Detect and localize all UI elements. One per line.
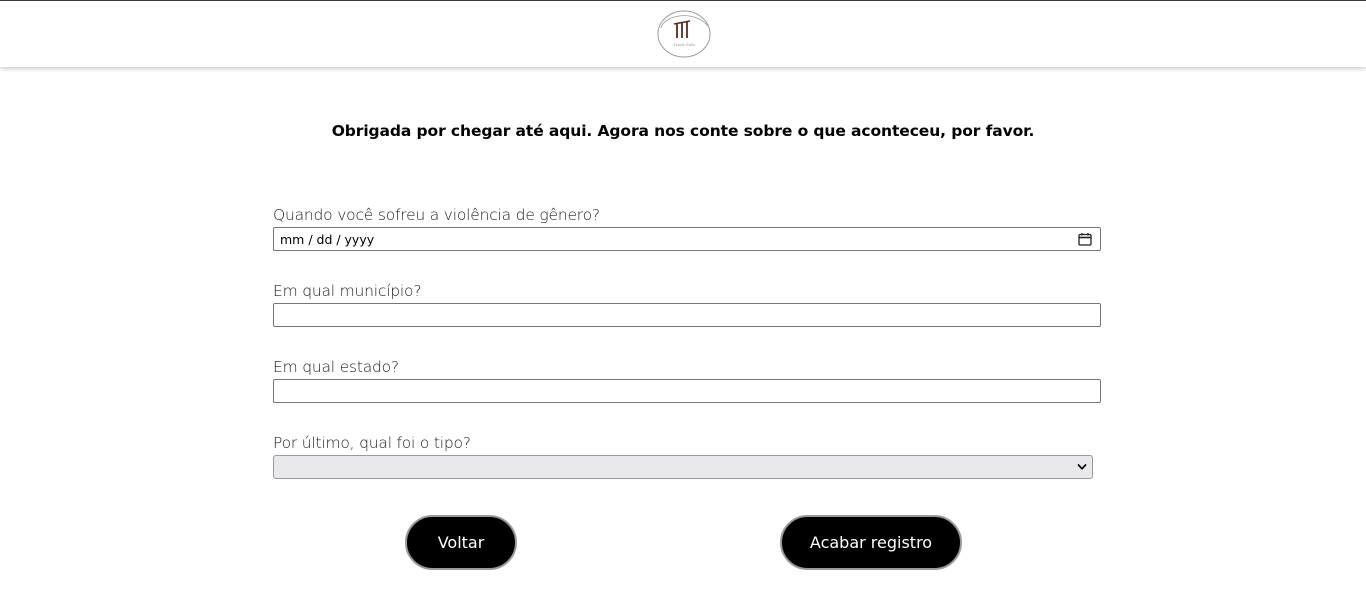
type-label: Por último, qual foi o tipo? bbox=[273, 434, 471, 452]
date-input[interactable]: mm / dd / yyyy bbox=[273, 227, 1101, 251]
finish-registration-button[interactable]: Acabar registro bbox=[780, 515, 962, 570]
back-button[interactable]: Voltar bbox=[405, 515, 517, 570]
state-label: Em qual estado? bbox=[273, 358, 399, 376]
type-select[interactable] bbox=[273, 455, 1093, 479]
calendar-icon[interactable] bbox=[1078, 232, 1092, 246]
intro-heading: Obrigada por chegar até aqui. Agora nos … bbox=[331, 122, 1035, 140]
state-input[interactable] bbox=[273, 379, 1101, 403]
city-label: Em qual município? bbox=[273, 282, 422, 300]
header-bar: Track Safe bbox=[0, 0, 1366, 67]
date-label: Quando você sofreu a violência de gênero… bbox=[273, 206, 600, 224]
chevron-down-icon bbox=[1077, 464, 1087, 470]
track-safe-logo[interactable]: Track Safe bbox=[655, 8, 713, 60]
city-input[interactable] bbox=[273, 303, 1101, 327]
svg-text:Track Safe: Track Safe bbox=[673, 42, 696, 47]
date-placeholder: mm / dd / yyyy bbox=[280, 231, 375, 247]
